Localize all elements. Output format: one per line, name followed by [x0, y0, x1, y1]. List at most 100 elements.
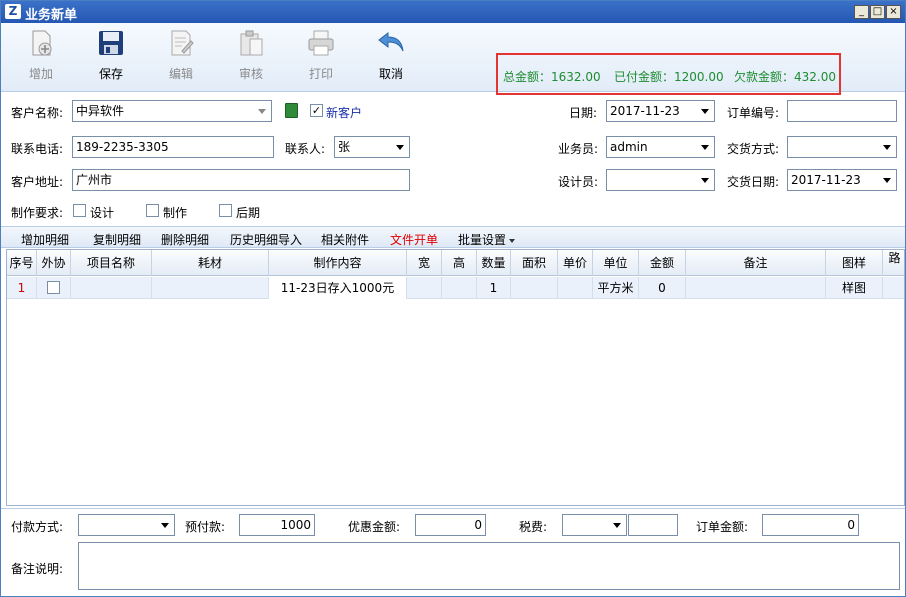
- chevron-down-icon: [613, 523, 621, 528]
- chevron-down-icon: [396, 145, 404, 150]
- new-customer-label[interactable]: 新客户: [326, 104, 362, 121]
- salesman-select[interactable]: admin: [606, 136, 715, 158]
- payment-method-label: 付款方式:: [11, 520, 64, 534]
- row-seq: 1: [7, 277, 37, 299]
- order-amount-input[interactable]: 0: [762, 514, 859, 536]
- order-window: Z 业务新单 _ □ × 增加 保存 编辑 审核 打印 取消 总金额：1632.…: [0, 0, 906, 597]
- cancel-button[interactable]: 取消: [361, 29, 421, 87]
- row-remarks[interactable]: [686, 277, 826, 299]
- row-width[interactable]: [407, 277, 442, 299]
- delivery-date-picker[interactable]: 2017-11-23: [787, 169, 897, 191]
- address-label: 客户地址:: [11, 175, 64, 189]
- remarks-label: 备注说明:: [11, 562, 64, 576]
- row-material[interactable]: [152, 277, 269, 299]
- row-unit[interactable]: 平方米: [593, 277, 639, 299]
- discount-input[interactable]: 0: [415, 514, 486, 536]
- customer-name-select[interactable]: 中异软件: [72, 100, 272, 122]
- col-header-unit-price[interactable]: 单价: [558, 250, 593, 276]
- prepay-input[interactable]: 1000: [239, 514, 315, 536]
- copy-detail-button[interactable]: 复制明细: [93, 231, 141, 248]
- audit-button[interactable]: 审核: [221, 29, 281, 87]
- tax-rate-input[interactable]: [628, 514, 678, 536]
- totals-summary: 总金额：1632.00 已付金额：1200.00 欠款金额：432.00: [496, 53, 841, 95]
- row-route[interactable]: [883, 277, 904, 299]
- total-amount: 总金额：1632.00: [503, 70, 601, 84]
- col-header-route[interactable]: 路: [883, 250, 904, 276]
- audit-button-label: 审核: [238, 67, 263, 81]
- chevron-down-icon: [883, 145, 891, 150]
- phone-input[interactable]: 189-2235-3305: [72, 136, 274, 158]
- printer-icon: [308, 30, 334, 56]
- row-content[interactable]: 11-23日存入1000元: [269, 277, 407, 299]
- file-order-button[interactable]: 文件开单: [390, 231, 438, 248]
- contact-select[interactable]: 张: [334, 136, 410, 158]
- order-no-input[interactable]: [787, 100, 897, 122]
- delivery-method-select[interactable]: [787, 136, 897, 158]
- date-value: 2017-11-23: [610, 104, 680, 118]
- payment-method-select[interactable]: [78, 514, 175, 536]
- window-title: 业务新单: [25, 8, 78, 23]
- delivery-date-value: 2017-11-23: [791, 173, 861, 187]
- col-header-remarks[interactable]: 备注: [686, 250, 826, 276]
- row-quantity[interactable]: 1: [477, 277, 511, 299]
- order-no-label: 订单编号:: [727, 106, 780, 120]
- new-customer-checkbox[interactable]: ✓: [310, 104, 323, 117]
- clipboard-icon: [240, 30, 263, 56]
- save-disk-icon: [99, 31, 123, 55]
- req-make-checkbox[interactable]: [146, 204, 159, 217]
- tax-select[interactable]: [562, 514, 627, 536]
- delete-detail-button[interactable]: 删除明细: [161, 231, 209, 248]
- save-button[interactable]: 保存: [81, 29, 141, 87]
- req-design-checkbox[interactable]: [73, 204, 86, 217]
- remarks-textarea[interactable]: [78, 542, 900, 590]
- col-header-unit[interactable]: 单位: [593, 250, 639, 276]
- req-post-checkbox[interactable]: [219, 204, 232, 217]
- print-button[interactable]: 打印: [291, 29, 351, 87]
- col-header-height[interactable]: 高: [442, 250, 477, 276]
- edit-button[interactable]: 编辑: [151, 29, 211, 87]
- col-header-quantity[interactable]: 数量: [477, 250, 511, 276]
- col-header-area[interactable]: 面积: [511, 250, 558, 276]
- row-amount[interactable]: 0: [639, 277, 686, 299]
- phone-label: 联系电话:: [11, 142, 64, 156]
- address-input[interactable]: 广州市: [72, 169, 410, 191]
- app-logo-icon: Z: [5, 4, 21, 19]
- col-header-width[interactable]: 宽: [407, 250, 442, 276]
- chevron-down-icon: [701, 109, 709, 114]
- col-header-outsource[interactable]: 外协: [37, 250, 71, 276]
- col-header-sample[interactable]: 图样: [826, 250, 883, 276]
- col-header-item-name[interactable]: 项目名称: [71, 250, 152, 276]
- edit-document-icon: [171, 30, 194, 56]
- row-unit-price[interactable]: [558, 277, 593, 299]
- attachments-button[interactable]: 相关附件: [321, 231, 369, 248]
- row-item-name[interactable]: [71, 277, 152, 299]
- col-header-material[interactable]: 耗材: [152, 250, 269, 276]
- history-import-button[interactable]: 历史明细导入: [230, 231, 302, 248]
- designer-label: 设计员:: [558, 175, 599, 189]
- add-detail-button[interactable]: 增加明细: [21, 231, 69, 248]
- order-amount-label: 订单金额:: [696, 520, 749, 534]
- designer-select[interactable]: [606, 169, 715, 191]
- row-outsource-cell[interactable]: [37, 277, 71, 299]
- row-sample[interactable]: 样图: [826, 277, 883, 299]
- chevron-down-icon: [701, 145, 709, 150]
- col-header-amount[interactable]: 金额: [639, 250, 686, 276]
- maximize-button[interactable]: □: [870, 5, 885, 19]
- col-header-seq[interactable]: 序号: [7, 250, 37, 276]
- title-bar: Z 业务新单 _ □ ×: [1, 1, 905, 23]
- add-document-icon: [32, 30, 52, 56]
- add-button[interactable]: 增加: [11, 29, 71, 87]
- table-row[interactable]: 1 11-23日存入1000元 1 平方米 0 样图: [7, 277, 904, 299]
- customer-name-value: 中异软件: [76, 104, 125, 118]
- row-height[interactable]: [442, 277, 477, 299]
- chevron-down-icon: [883, 178, 891, 183]
- batch-settings-button[interactable]: 批量设置: [458, 231, 516, 248]
- col-header-content[interactable]: 制作内容: [269, 250, 407, 276]
- date-picker[interactable]: 2017-11-23: [606, 100, 715, 122]
- row-outsource-checkbox[interactable]: [47, 281, 60, 294]
- address-book-icon[interactable]: [285, 103, 298, 118]
- minimize-button[interactable]: _: [854, 5, 869, 19]
- chevron-down-icon: [701, 178, 709, 183]
- row-area[interactable]: [511, 277, 558, 299]
- close-button[interactable]: ×: [886, 5, 901, 19]
